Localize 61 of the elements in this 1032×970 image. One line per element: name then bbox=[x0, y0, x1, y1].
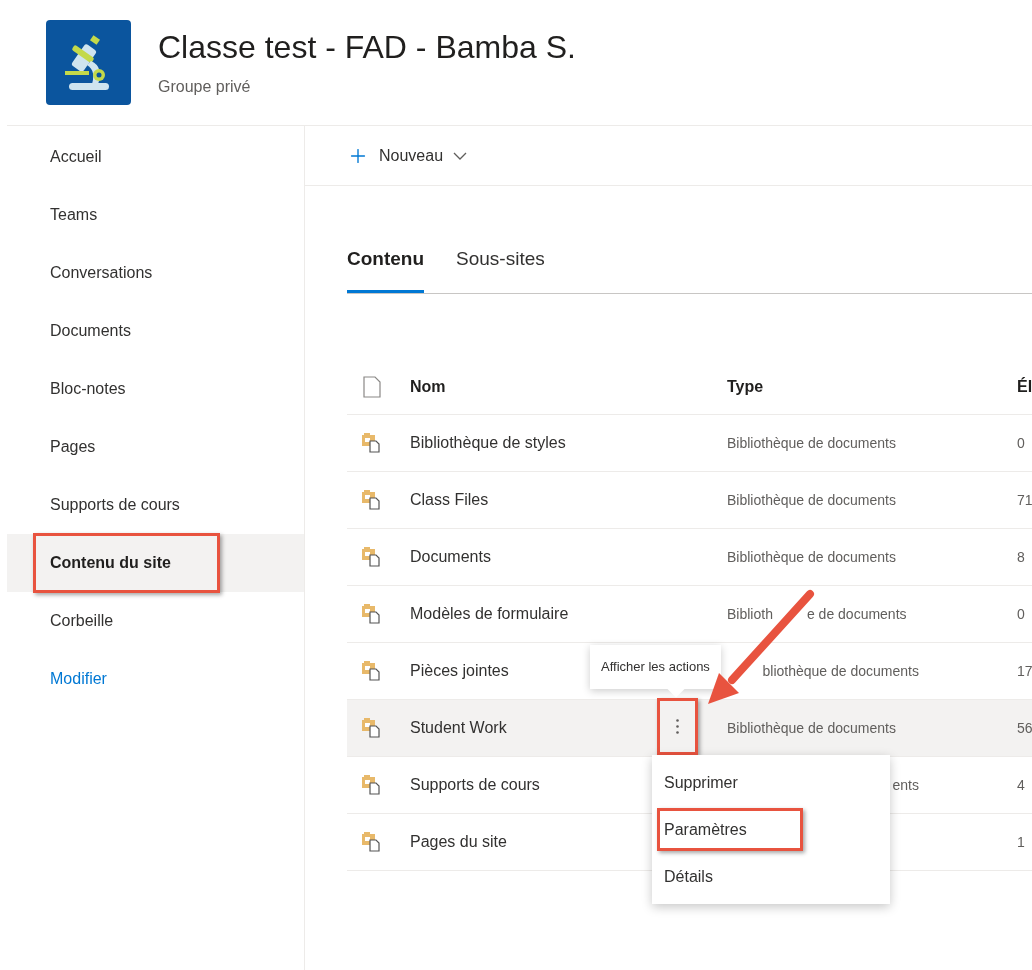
type-cell-text: Bibliothèque de documents bbox=[727, 433, 896, 453]
library-name[interactable]: Supports de cours bbox=[410, 773, 540, 797]
type-cell-text: bliothèque de documents bbox=[762, 661, 919, 681]
menu-item[interactable]: Détails bbox=[652, 853, 890, 900]
table-row[interactable]: Documents Bibliothèque de documents 8 bbox=[347, 529, 1032, 586]
library-name[interactable]: Student Work bbox=[410, 716, 507, 740]
count-cell-text: 0 bbox=[1017, 604, 1026, 624]
library-name[interactable]: Pages du site bbox=[410, 830, 507, 854]
library-name[interactable]: Modèles de formulaire bbox=[410, 602, 569, 626]
count-cell-text: 4 bbox=[1017, 775, 1026, 795]
library-name[interactable]: Pièces jointes bbox=[410, 659, 509, 683]
count-cell-text: 17 bbox=[1017, 661, 1032, 681]
library-name[interactable]: Bibliothèque de styles bbox=[410, 431, 566, 455]
library-icon bbox=[360, 660, 382, 682]
count-cell-text: 0 bbox=[1017, 433, 1026, 453]
type-cell-text: ents bbox=[892, 775, 919, 795]
type-cell-text: Bibliothèque de documents bbox=[727, 547, 896, 567]
table-row[interactable]: Bibliothèque de styles Bibliothèque de documents 0 bbox=[347, 415, 1032, 472]
nav-item[interactable]: Contenu du site bbox=[7, 534, 304, 592]
library-icon bbox=[360, 546, 382, 568]
type-cell-text: Bibliothèque de documents bbox=[727, 718, 896, 738]
library-icon bbox=[360, 717, 382, 739]
table-row[interactable]: Class Files Bibliothèque de documents 71 bbox=[347, 472, 1032, 529]
nav-item[interactable]: Accueil bbox=[7, 128, 304, 186]
library-name[interactable]: Class Files bbox=[410, 488, 489, 512]
library-icon bbox=[360, 489, 382, 511]
new-button[interactable]: Nouveau bbox=[347, 143, 468, 168]
count-cell-text: 71 bbox=[1017, 490, 1032, 510]
menu-item[interactable]: Paramètres bbox=[652, 806, 890, 853]
table-row[interactable]: Student Work Bibliothèque de documents 56 bbox=[347, 700, 1032, 757]
site-subtitle: Groupe privé bbox=[158, 76, 252, 97]
column-header[interactable]: Él bbox=[1017, 374, 1032, 399]
type-cell-text: Bibliothèque de documents bbox=[727, 490, 896, 510]
table-row[interactable]: Modèles de formulaire Biblioth e de documents 0 bbox=[347, 586, 1032, 643]
nav-item[interactable]: Documents bbox=[7, 302, 304, 360]
menu-item[interactable]: Supprimer bbox=[652, 759, 890, 806]
library-icon bbox=[360, 432, 382, 454]
nav-item[interactable]: Corbeille bbox=[7, 592, 304, 650]
count-cell-text: 1 bbox=[1017, 832, 1026, 852]
nav-item[interactable]: Teams bbox=[7, 186, 304, 244]
count-cell-text: 56 bbox=[1017, 718, 1032, 738]
library-icon bbox=[360, 774, 382, 796]
count-cell-text: 8 bbox=[1017, 547, 1026, 567]
nav-item[interactable]: Bloc-notes bbox=[7, 360, 304, 418]
column-header[interactable]: Nom bbox=[410, 374, 727, 399]
chevron-icon bbox=[453, 151, 468, 160]
file-icon bbox=[363, 375, 381, 398]
nav-item[interactable]: Supports de cours bbox=[7, 476, 304, 534]
type-cell-text: e de documents bbox=[806, 604, 907, 624]
type-cell-text: Biblioth bbox=[727, 604, 773, 624]
tab[interactable]: Contenu bbox=[347, 229, 425, 293]
edit-link[interactable]: Modifier bbox=[7, 650, 304, 708]
site-title: Classe test - FAD - Bamba S. bbox=[158, 27, 576, 67]
more-icon bbox=[676, 719, 679, 734]
tab[interactable]: Sous-sites bbox=[456, 229, 545, 293]
column-header[interactable]: Type bbox=[727, 374, 1017, 399]
library-name[interactable]: Documents bbox=[410, 545, 491, 569]
library-icon bbox=[360, 603, 382, 625]
nav-item[interactable]: Conversations bbox=[7, 244, 304, 302]
library-icon bbox=[360, 831, 382, 853]
nav-item[interactable]: Pages bbox=[7, 418, 304, 476]
